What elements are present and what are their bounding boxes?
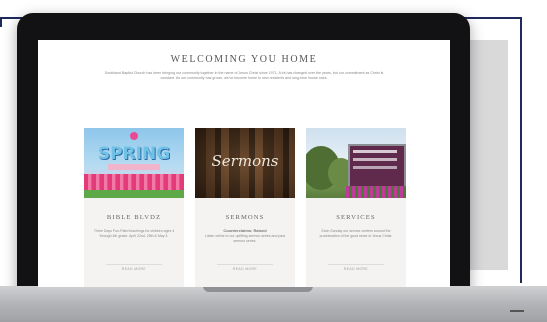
- divider: [328, 264, 384, 265]
- read-more-link[interactable]: READ MORE: [114, 267, 154, 271]
- read-more-link[interactable]: READ MORE: [336, 267, 376, 271]
- corner-dash: [510, 310, 524, 312]
- card-services[interactable]: SERVICES Each Sunday our service centers…: [306, 128, 406, 287]
- card-text: Three Days Fun-Filled teachings for chil…: [93, 229, 175, 238]
- services-image[interactable]: [306, 128, 406, 198]
- card-subheading: Counterclaims: Raised: [223, 228, 267, 233]
- divider: [217, 264, 273, 265]
- card-text: Each Sunday our service centers around t…: [319, 229, 393, 238]
- page-title: WELCOMING YOU HOME: [170, 54, 318, 65]
- laptop-screen: WELCOMING YOU HOME Southland Baptist Chu…: [38, 40, 450, 287]
- card-text: Listen online to our uplifting sermon se…: [205, 234, 285, 243]
- card-bible-blvdz[interactable]: SPRING BIBLE BLVDZ Three Days Fun-Filled…: [84, 128, 184, 287]
- card-heading: BIBLE BLVDZ: [106, 214, 162, 221]
- spring-image-text: SPRING: [97, 144, 171, 164]
- frame-right-line: [520, 17, 522, 283]
- card-heading: SERMONS: [225, 214, 265, 221]
- sermons-image-text: Sermons: [211, 152, 279, 170]
- tulips-leaves: [84, 190, 184, 198]
- spring-banner: [108, 164, 160, 170]
- sign-line: [353, 150, 397, 153]
- card-heading: SERVICES: [336, 214, 376, 221]
- sermons-image[interactable]: Sermons: [195, 128, 295, 198]
- intro-paragraph: Southland Baptist Church has been bringi…: [104, 71, 384, 81]
- sign-line: [353, 158, 397, 161]
- flower-icon: [130, 132, 138, 140]
- spring-image[interactable]: SPRING: [84, 128, 184, 198]
- divider: [106, 264, 162, 265]
- flowerbed-graphic: [346, 186, 406, 198]
- frame-left-line: [0, 17, 2, 27]
- sign-line: [353, 166, 397, 169]
- card-sermons[interactable]: Sermons SERMONS Counterclaims: Raised Li…: [195, 128, 295, 287]
- read-more-link[interactable]: READ MORE: [225, 267, 265, 271]
